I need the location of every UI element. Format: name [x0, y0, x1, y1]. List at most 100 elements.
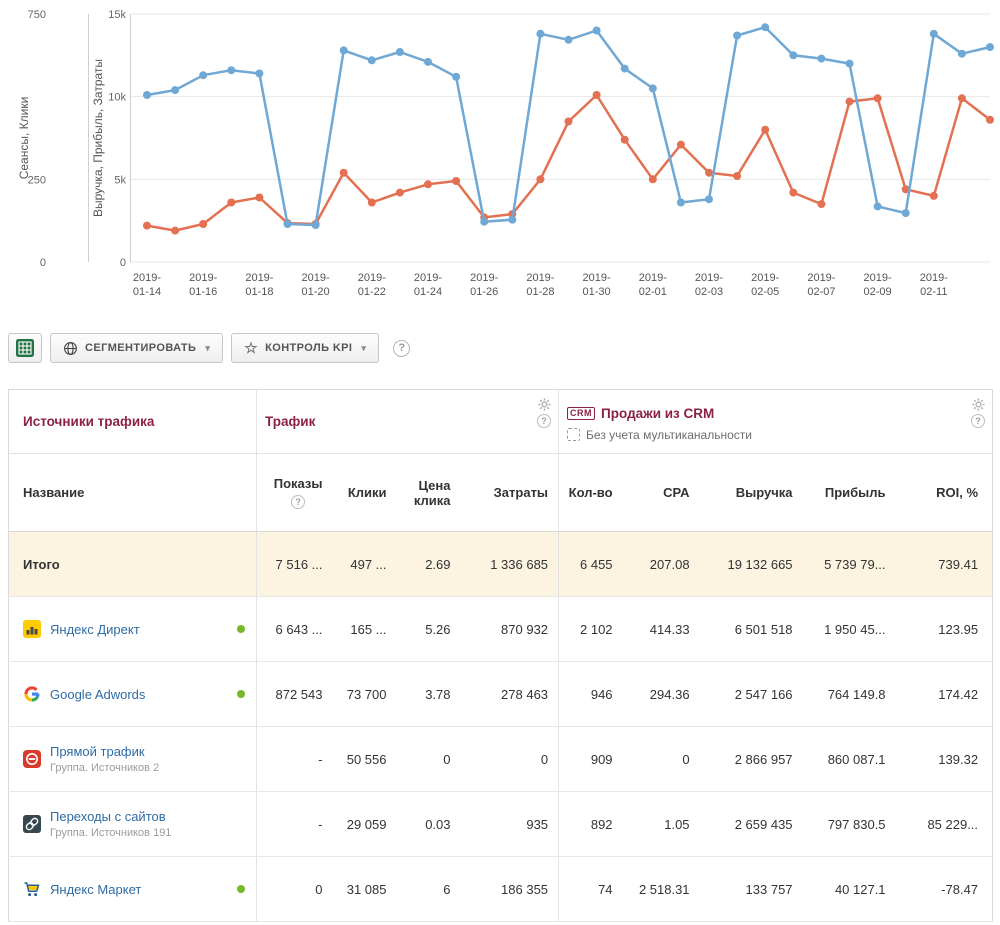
- multichannel-toggle-icon[interactable]: [567, 428, 581, 441]
- col-name: Название: [8, 453, 257, 532]
- x-axis-label: 2019-: [470, 272, 498, 284]
- data-point: [929, 29, 938, 38]
- col-profit: Прибыль: [802, 453, 896, 532]
- data-point: [395, 48, 404, 56]
- col-costs: Затраты: [460, 453, 560, 532]
- x-axis-label: 01-14: [133, 286, 161, 298]
- segment-button[interactable]: СЕГМЕНТИРОВАТЬ ▾: [50, 333, 224, 363]
- data-point: [452, 72, 461, 81]
- x-axis-label: 01-22: [358, 286, 386, 298]
- x-axis-label: 02-03: [695, 286, 723, 298]
- source-link[interactable]: Переходы с сайтов: [50, 809, 166, 824]
- data-point: [311, 221, 320, 229]
- status-dot: [237, 625, 245, 633]
- help-icon[interactable]: ?: [971, 414, 986, 428]
- value-cell: 6 501 518: [699, 596, 803, 662]
- data-point: [424, 180, 432, 189]
- right-axis-tick: 5k: [114, 174, 126, 186]
- value-cell: 186 355: [460, 856, 560, 922]
- value-cell: 40 127.1: [802, 856, 896, 922]
- value-cell: 2 518.31: [622, 856, 700, 922]
- table-section-header-row: Источники трафика Трафик ? CRM Продажи и…: [8, 389, 993, 454]
- chart-canvas[interactable]: 750250015k10k5k0Сеансы, Клики Выручка, Пр…: [0, 0, 1000, 306]
- data-point: [761, 23, 770, 32]
- data-point: [620, 135, 629, 144]
- data-point: [171, 86, 180, 95]
- x-axis-label: 2019-: [695, 272, 723, 284]
- total-label: Итого: [23, 556, 60, 572]
- x-axis-label: 01-18: [245, 286, 273, 298]
- chevron-down-icon: ▾: [205, 342, 211, 353]
- value-cell: 31 085: [332, 856, 397, 922]
- data-point: [564, 35, 573, 44]
- help-icon[interactable]: ?: [537, 414, 552, 428]
- source-link[interactable]: Яндекс Директ: [50, 622, 140, 637]
- data-point: [424, 57, 432, 66]
- sources-table: Источники трафика Трафик ? CRM Продажи и…: [8, 389, 994, 922]
- data-point: [199, 71, 208, 80]
- value-cell: 165 ...: [332, 596, 397, 662]
- data-point: [761, 125, 770, 134]
- value-cell: 797 830.5: [802, 791, 896, 857]
- data-point: [789, 51, 798, 60]
- x-axis-label: 2019-: [639, 272, 667, 284]
- x-axis-label: 2019-: [133, 272, 161, 284]
- value-cell: 5 739 79...: [802, 531, 896, 597]
- gear-icon[interactable]: [971, 397, 985, 411]
- source-group-label: Группа. Источников 2: [50, 762, 160, 774]
- source-row: Яндекс Маркет 0 31 085 6 186 355 74 2 518.31 13…: [8, 856, 993, 922]
- data-point: [199, 220, 208, 228]
- value-cell: 3.78: [396, 661, 461, 727]
- x-axis-label: 02-01: [639, 286, 667, 298]
- direct-traffic-icon: [23, 750, 41, 768]
- x-axis-label: 02-05: [751, 286, 779, 298]
- help-icon[interactable]: ?: [291, 495, 306, 509]
- value-cell: 29 059: [332, 791, 397, 857]
- help-icon[interactable]: ?: [393, 339, 411, 357]
- yandex-direct-icon: [23, 620, 41, 638]
- value-cell: 860 087.1: [802, 726, 896, 792]
- source-link[interactable]: Google Adwords: [50, 687, 145, 702]
- value-cell: 7 516 ...: [256, 531, 333, 597]
- value-cell: 6 643 ...: [256, 596, 333, 662]
- data-point: [929, 191, 938, 200]
- value-cell: 133 757: [699, 856, 803, 922]
- value-cell: 123.95: [895, 596, 993, 662]
- source-row: Переходы с сайтов Группа. Источников 191 -…: [8, 791, 993, 857]
- export-excel-button[interactable]: [8, 333, 42, 363]
- crm-logo: CRM: [567, 406, 596, 420]
- right-axis-tick: 10k: [108, 92, 126, 104]
- value-cell: 739.41: [895, 531, 993, 597]
- data-point: [817, 200, 826, 209]
- value-cell: 497 ...: [332, 531, 397, 597]
- value-cell: 174.42: [895, 661, 993, 727]
- kpi-control-button[interactable]: ☆ КОНТРОЛЬ KPI ▾: [231, 333, 380, 363]
- gear-icon[interactable]: [537, 397, 551, 411]
- table-columns-row: Название Показы ? Клики Цена клика Затра…: [8, 453, 993, 532]
- value-cell: 5.26: [396, 596, 461, 662]
- x-axis-label: 01-20: [302, 286, 330, 298]
- source-link[interactable]: Яндекс Маркет: [50, 882, 141, 897]
- left-axis-tick: 0: [40, 257, 46, 269]
- x-axis-label: 01-28: [526, 286, 554, 298]
- value-cell: 6 455: [558, 531, 623, 597]
- value-cell: 19 132 665: [699, 531, 803, 597]
- data-point: [367, 56, 376, 65]
- value-cell: 278 463: [460, 661, 560, 727]
- value-cell: 0: [460, 726, 560, 792]
- value-cell: 2 866 957: [699, 726, 803, 792]
- x-axis-label: 02-07: [807, 286, 835, 298]
- source-link[interactable]: Прямой трафик: [50, 744, 145, 759]
- x-axis-label: 2019-: [864, 272, 892, 284]
- value-cell: 0: [256, 856, 333, 922]
- section-title: Источники трафика: [23, 413, 155, 429]
- value-cell: 2.69: [396, 531, 461, 597]
- section-title: Продажи из CRM: [601, 405, 715, 421]
- section-traffic: Трафик ?: [256, 389, 560, 454]
- x-axis-label: 2019-: [358, 272, 386, 284]
- data-point: [845, 59, 854, 68]
- excel-icon: [16, 339, 34, 357]
- data-point: [845, 97, 854, 106]
- site-referrals-icon: [23, 815, 41, 833]
- data-point: [648, 175, 657, 184]
